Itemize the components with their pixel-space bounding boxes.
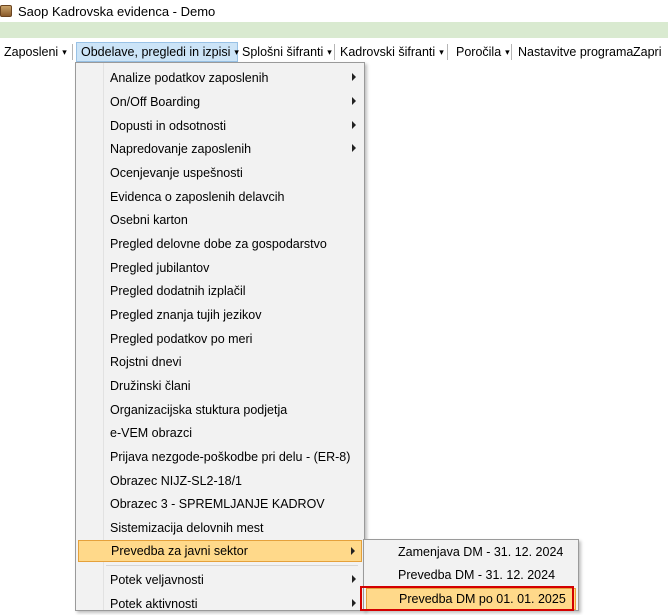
menu-item-ocenjevanje[interactable]: Ocenjevanje uspešnosti xyxy=(78,162,362,184)
menu-item-tuji-jeziki[interactable]: Pregled znanja tujih jezikov xyxy=(78,304,362,326)
menu-item-label: Rojstni dnevi xyxy=(110,355,182,369)
menu-item-label: Pregled delovne dobe za gospodarstvo xyxy=(110,237,327,251)
menu-label: Kadrovski šifranti xyxy=(340,45,436,59)
window-title: Saop Kadrovska evidenca - Demo xyxy=(18,3,216,19)
submenu-arrow-icon xyxy=(352,121,356,129)
menu-item-delovna-doba[interactable]: Pregled delovne dobe za gospodarstvo xyxy=(78,233,362,255)
chevron-down-icon: ▾ xyxy=(505,46,510,57)
menu-label: Nastavitve programa xyxy=(518,45,634,59)
menu-label: Splošni šifranti xyxy=(242,45,324,59)
chevron-down-icon: ▾ xyxy=(439,46,444,57)
menu-label: Zaposleni xyxy=(4,45,59,59)
menu-item-label: On/Off Boarding xyxy=(110,95,201,109)
menu-item-label: Obrazec NIJZ-SL2-18/1 xyxy=(110,474,242,488)
menu-item-label: Prevedba DM po 01. 01. 2025 xyxy=(399,592,566,606)
menu-item-potek-aktivnosti[interactable]: Potek aktivnosti xyxy=(78,593,362,615)
menu-item-label: Družinski člani xyxy=(110,379,191,393)
submenu-arrow-icon xyxy=(352,97,356,105)
submenu-arrow-icon xyxy=(351,547,355,555)
menu-separator xyxy=(447,44,448,60)
menu-obdelave[interactable]: Obdelave, pregledi in izpisi ▾ xyxy=(76,42,239,62)
menu-label: Obdelave, pregledi in izpisi xyxy=(81,45,231,59)
menu-item-jubilanti[interactable]: Pregled jubilantov xyxy=(78,257,362,279)
menu-item-label: Analize podatkov zaposlenih xyxy=(110,71,269,85)
menu-label: Zapri xyxy=(633,45,662,59)
menu-item-label: Prijava nezgode-poškodbe pri delu - (ER-… xyxy=(110,450,351,464)
title-bar: Saop Kadrovska evidenca - Demo xyxy=(0,0,668,22)
menu-item-label: Prevedba za javni sektor xyxy=(111,544,248,558)
menu-item-prijava-nezgode[interactable]: Prijava nezgode-poškodbe pri delu - (ER-… xyxy=(78,446,362,468)
menu-zaposleni[interactable]: Zaposleni ▾ xyxy=(0,42,71,62)
menu-separator xyxy=(72,44,73,60)
menu-item-dopusti[interactable]: Dopusti in odsotnosti xyxy=(78,115,362,137)
submenu-arrow-icon xyxy=(352,575,356,583)
menu-item-napredovanje[interactable]: Napredovanje zaposlenih xyxy=(78,138,362,160)
menu-item-label: Pregled podatkov po meri xyxy=(110,332,253,346)
menu-splosni-sifranti[interactable]: Splošni šifranti ▾ xyxy=(238,42,336,62)
submenu-item-prevedba-dm-2025[interactable]: Prevedba DM po 01. 01. 2025 xyxy=(366,588,576,610)
menu-item-label: Obrazec 3 - SPREMLJANJE KADROV xyxy=(110,497,325,511)
menu-zapri[interactable]: Zapri xyxy=(629,42,665,62)
ribbon-band xyxy=(0,22,668,38)
menu-item-label: Potek veljavnosti xyxy=(110,573,204,587)
menu-item-label: Potek aktivnosti xyxy=(110,597,198,611)
menu-item-label: Evidenca o zaposlenih delavcih xyxy=(110,190,285,204)
menu-item-dodatna-izplacila[interactable]: Pregled dodatnih izplačil xyxy=(78,280,362,302)
menu-item-evem-obrazci[interactable]: e-VEM obrazci xyxy=(78,422,362,444)
menu-item-label: Zamenjava DM - 31. 12. 2024 xyxy=(398,545,564,559)
submenu-arrow-icon xyxy=(352,599,356,607)
menu-item-label: Osebni karton xyxy=(110,213,188,227)
menu-item-potek-veljavnosti[interactable]: Potek veljavnosti xyxy=(78,569,362,591)
menu-separator xyxy=(106,565,358,566)
menu-item-label: Prevedba DM - 31. 12. 2024 xyxy=(398,568,556,582)
menu-item-sistemizacija[interactable]: Sistemizacija delovnih mest xyxy=(78,517,362,539)
menu-item-osebni-karton[interactable]: Osebni karton xyxy=(78,209,362,231)
menu-item-podatki-po-meri[interactable]: Pregled podatkov po meri xyxy=(78,328,362,350)
menu-item-label: Pregled jubilantov xyxy=(110,261,210,275)
menu-item-label: e-VEM obrazci xyxy=(110,426,192,440)
menu-porocila[interactable]: Poročila ▾ xyxy=(452,42,514,62)
menu-separator xyxy=(334,44,335,60)
submenu-arrow-icon xyxy=(352,73,356,81)
menu-bar: Zaposleni ▾ Obdelave, pregledi in izpisi… xyxy=(0,38,668,64)
menu-item-onoff-boarding[interactable]: On/Off Boarding xyxy=(78,91,362,113)
menu-item-label: Pregled znanja tujih jezikov xyxy=(110,308,262,322)
menu-item-rojstni-dnevi[interactable]: Rojstni dnevi xyxy=(78,351,362,373)
chevron-down-icon: ▾ xyxy=(327,46,332,57)
menu-item-label: Sistemizacija delovnih mest xyxy=(110,521,264,535)
menu-separator xyxy=(511,44,512,60)
menu-item-label: Pregled dodatnih izplačil xyxy=(110,284,246,298)
menu-item-org-struktura[interactable]: Organizacijska stuktura podjetja xyxy=(78,399,362,421)
chevron-down-icon: ▾ xyxy=(62,46,67,57)
menu-item-analize[interactable]: Analize podatkov zaposlenih xyxy=(78,67,362,89)
menu-item-prevedba-javni-sektor[interactable]: Prevedba za javni sektor xyxy=(78,540,362,562)
menu-nastavitve-programa[interactable]: Nastavitve programa xyxy=(514,42,637,62)
menu-kadrovski-sifranti[interactable]: Kadrovski šifranti ▾ xyxy=(336,42,448,62)
submenu-arrow-icon xyxy=(352,144,356,152)
menu-label: Poročila xyxy=(456,45,502,59)
menu-item-druzinski-clani[interactable]: Družinski člani xyxy=(78,375,362,397)
submenu-item-prevedba-dm-2024[interactable]: Prevedba DM - 31. 12. 2024 xyxy=(366,564,576,586)
menu-item-label: Napredovanje zaposlenih xyxy=(110,142,252,156)
menu-item-label: Dopusti in odsotnosti xyxy=(110,119,227,133)
menu-item-label: Ocenjevanje uspešnosti xyxy=(110,166,243,180)
app-icon xyxy=(0,5,12,17)
menu-item-label: Organizacijska stuktura podjetja xyxy=(110,403,288,417)
dropdown-menu: Analize podatkov zaposlenih On/Off Board… xyxy=(75,62,365,611)
submenu-item-zamenjava-dm[interactable]: Zamenjava DM - 31. 12. 2024 xyxy=(366,541,576,563)
menu-item-obrazec-nijz[interactable]: Obrazec NIJZ-SL2-18/1 xyxy=(78,470,362,492)
menu-item-obrazec-3[interactable]: Obrazec 3 - SPREMLJANJE KADROV xyxy=(78,493,362,515)
menu-item-evidenca[interactable]: Evidenca o zaposlenih delavcih xyxy=(78,186,362,208)
submenu-prevedba: Zamenjava DM - 31. 12. 2024 Prevedba DM … xyxy=(363,539,579,611)
